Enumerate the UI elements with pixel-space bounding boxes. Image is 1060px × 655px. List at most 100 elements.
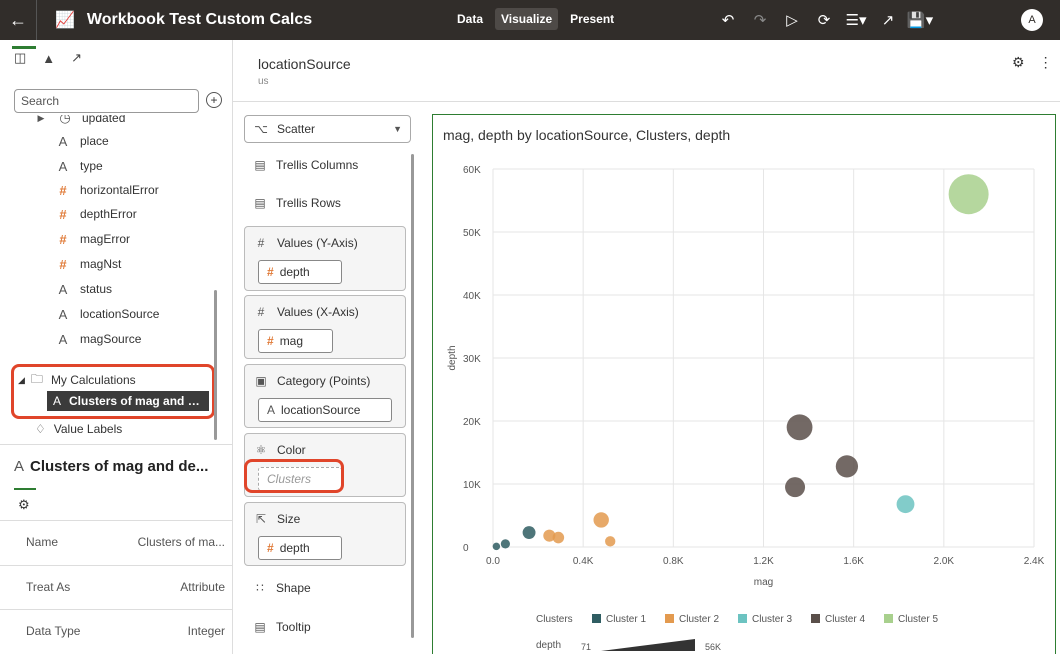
tree-item-label: updated (82, 115, 126, 125)
drop-label: Values (X-Axis) (277, 305, 359, 319)
property-name[interactable]: Name Clusters of ma... (0, 520, 233, 563)
tooltip-drop[interactable]: ▤ Tooltip (244, 611, 411, 643)
drop-label: Category (Points) (277, 374, 371, 388)
scatter-point (552, 531, 565, 544)
tree-item-label: locationSource (80, 307, 160, 321)
scatter-chart-svg: 0.0 0.4K 0.8K 1.2K 1.6K 2.0K 2.4K 0 10K 20K 30K 40K… (447, 165, 1045, 652)
active-tab-indicator (12, 46, 36, 49)
tree-item-mag-source[interactable]: A magSource (56, 328, 142, 350)
location-source-pill[interactable]: AlocationSource (258, 398, 392, 422)
legend-label: Cluster 2 (679, 614, 719, 625)
measure-icon: # (59, 231, 67, 247)
refresh-data-icon[interactable]: ⟳ (808, 11, 840, 29)
properties-title: A Clusters of mag and de... (14, 458, 208, 475)
property-value: Integer (187, 624, 225, 638)
scatter-point (500, 539, 511, 549)
pill-label: locationSource (281, 403, 361, 417)
scatter-point (605, 536, 616, 547)
scatter-visualization[interactable]: mag, depth by locationSource, Clusters, … (432, 114, 1056, 654)
values-y-axis-drop[interactable]: # Values (Y-Axis) # depth (244, 226, 406, 291)
y-tick-label: 30K (463, 354, 481, 365)
back-button[interactable]: ← (0, 0, 36, 40)
save-menu-icon[interactable]: 💾▾ (904, 11, 936, 29)
export-icon[interactable]: ↗ (872, 11, 904, 29)
undo-icon[interactable]: ↶ (712, 11, 744, 29)
measure-icon: # (257, 236, 265, 250)
search-input[interactable]: Search (14, 89, 199, 113)
shape-drop[interactable]: ∷ Shape (244, 572, 411, 604)
workbook-title: Workbook Test Custom Calcs (86, 11, 313, 28)
property-data-type[interactable]: Data Type Integer (0, 609, 233, 652)
pill-label: depth (279, 265, 310, 279)
property-label: Name (26, 535, 59, 549)
tree-item-label: status (80, 282, 113, 296)
user-avatar[interactable]: A (1021, 9, 1043, 31)
grammar-scrollbar[interactable] (411, 154, 414, 638)
tree-item-updated[interactable]: ▶ ◷ updated (34, 115, 126, 129)
toolbar-icons: ↶ ↷ ▷ ⟳ ☰▾ ↗ 💾▾ (712, 0, 936, 40)
attribute-icon: A (58, 281, 68, 297)
tab-data[interactable]: Data (451, 8, 489, 30)
header-divider (36, 0, 37, 40)
tree-item-value-labels[interactable]: ♢ Value Labels (35, 418, 122, 440)
redo-icon[interactable]: ↷ (744, 11, 776, 29)
filter-title[interactable]: locationSource (258, 56, 351, 72)
database-icon[interactable]: ◫ (14, 50, 26, 66)
tree-item-status[interactable]: A status (56, 278, 112, 300)
canvas-header-icons: ⚙ ⋮ (1012, 54, 1053, 71)
y-tick-label: 60K (463, 165, 481, 176)
values-x-axis-drop[interactable]: # Values (X-Axis) # mag (244, 295, 406, 359)
drop-heading: ▣ Category (Points) (253, 374, 370, 388)
tree-item-horizontal-error[interactable]: # horizontalError (56, 179, 158, 201)
size-drop[interactable]: ⇱ Size # depth (244, 502, 406, 566)
play-icon[interactable]: ▷ (776, 11, 808, 29)
visualizations-icon[interactable]: ▲ (42, 51, 55, 66)
panel-tabs: ◫ ▲ ↗ (0, 40, 232, 76)
x-tick-label: 1.2K (753, 556, 774, 567)
highlight-annotation (11, 364, 215, 419)
category-points-drop[interactable]: ▣ Category (Points) AlocationSource (244, 364, 406, 428)
legend-swatch (884, 614, 893, 623)
attribute-icon: A (267, 403, 276, 417)
tab-visualize[interactable]: Visualize (495, 8, 559, 30)
attribute-icon: A (58, 306, 68, 322)
highlight-annotation (244, 459, 344, 493)
tree-scrollbar[interactable] (214, 290, 217, 440)
chart-type-select[interactable]: ⌥ Scatter ▼ (244, 115, 411, 143)
scatter-point (492, 542, 501, 551)
notes-menu-icon[interactable]: ☰▾ (840, 11, 872, 29)
drop-label: Trellis Columns (276, 158, 359, 172)
filter-settings-icon[interactable]: ⚙ (1012, 54, 1025, 71)
y-tick-label: 20K (463, 417, 481, 428)
tree-item-label: Value Labels (53, 422, 123, 436)
attribute-icon: A (58, 331, 68, 347)
tree-item-place[interactable]: A place (56, 130, 109, 152)
canvas-header: locationSource us ⚙ ⋮ (233, 40, 1060, 102)
tree-item-location-source[interactable]: A locationSource (56, 303, 160, 325)
gear-icon[interactable]: ⚙ (18, 497, 30, 513)
scatter-point (522, 526, 536, 539)
legend-label: Cluster 5 (898, 614, 938, 625)
more-options-icon[interactable]: ⋮ (1039, 54, 1053, 71)
trellis-rows-drop[interactable]: ▤ Trellis Rows (244, 187, 411, 219)
measure-icon: # (267, 334, 274, 348)
depth-size-pill[interactable]: # depth (258, 536, 342, 560)
mag-pill[interactable]: # mag (258, 329, 333, 353)
tree-item-mag-error[interactable]: # magError (56, 228, 130, 250)
tree-item-label: magSource (80, 332, 142, 346)
tree-item-mag-nst[interactable]: # magNst (56, 253, 121, 275)
add-icon[interactable]: + (206, 92, 222, 108)
measure-icon: # (267, 541, 274, 555)
tree-item-type[interactable]: A type (56, 155, 103, 177)
palette-icon: ⚛ (255, 443, 267, 457)
workbook-logo-icon: 📈 (55, 12, 75, 29)
trellis-columns-drop[interactable]: ▤ Trellis Columns (244, 149, 411, 181)
arrow-left-icon: ← (9, 9, 27, 30)
scatter-point (593, 512, 609, 528)
tab-present[interactable]: Present (564, 8, 620, 30)
expand-arrow-icon: ▶ (37, 115, 45, 123)
property-treat-as[interactable]: Treat As Attribute (0, 565, 233, 608)
analytics-icon[interactable]: ↗ (71, 50, 82, 66)
depth-pill[interactable]: # depth (258, 260, 342, 284)
tree-item-depth-error[interactable]: # depthError (56, 203, 136, 225)
